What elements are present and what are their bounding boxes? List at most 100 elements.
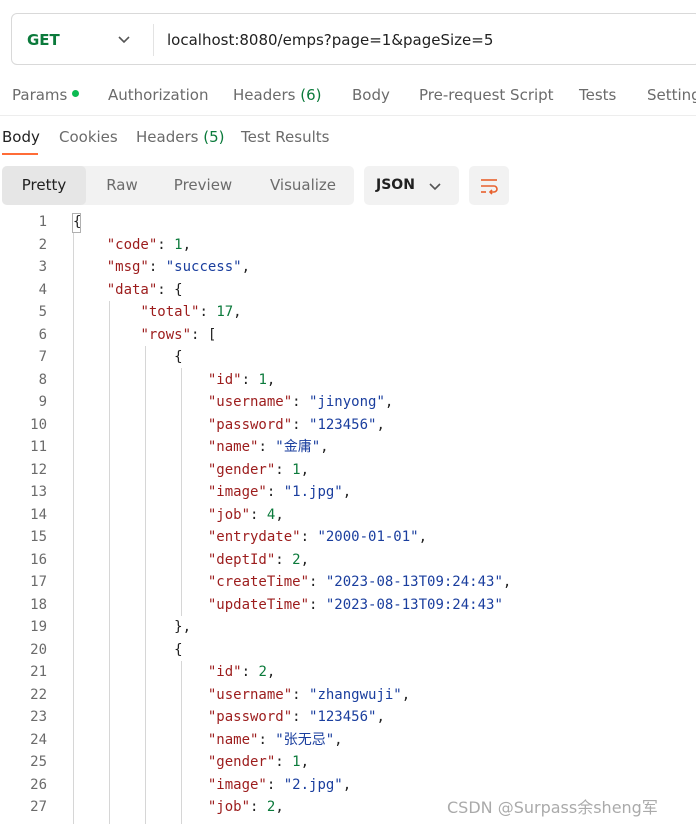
line-number: 23 <box>30 709 47 725</box>
code-text: "image": "2.jpg", <box>207 776 352 793</box>
format-visualize-button[interactable]: Visualize <box>258 166 348 205</box>
line-number: 1 <box>38 214 47 230</box>
code-text: "image": "1.jpg", <box>207 484 352 500</box>
format-raw-button[interactable]: Raw <box>86 166 158 205</box>
format-preview-button[interactable]: Preview <box>162 166 244 205</box>
wrap-lines-icon <box>481 179 498 195</box>
code-line: 9 "username": "jinyong", <box>0 391 696 414</box>
format-toggle: Pretty Raw Preview Visualize <box>2 166 354 205</box>
code-text: }, <box>73 619 192 635</box>
format-pretty-button[interactable]: Pretty <box>2 166 86 205</box>
code-line: 7 { <box>0 346 696 369</box>
code-text: "entrydate": "2000-01-01", <box>207 529 428 545</box>
wrap-lines-button[interactable] <box>469 166 509 205</box>
line-number: 21 <box>30 664 47 680</box>
code-text: "deptId": 2, <box>207 551 310 568</box>
divider <box>0 115 696 116</box>
code-line: 1{ <box>0 211 696 234</box>
tab-body[interactable]: Body <box>352 86 390 104</box>
code-text: { <box>73 349 183 365</box>
code-line: 12 "gender": 1, <box>0 459 696 482</box>
code-line: 17 "createTime": "2023-08-13T09:24:43", <box>0 571 696 594</box>
code-line: 19 }, <box>0 616 696 639</box>
line-number: 15 <box>30 529 47 545</box>
tab-authorization[interactable]: Authorization <box>108 86 208 104</box>
line-number: 24 <box>30 731 47 748</box>
code-line: 13 "image": "1.jpg", <box>0 481 696 504</box>
line-number: 20 <box>30 641 47 658</box>
code-line: 22 "username": "zhangwuji", <box>0 684 696 707</box>
line-number: 4 <box>38 281 47 298</box>
code-line: 10 "password": "123456", <box>0 414 696 437</box>
tab-pre-request-script[interactable]: Pre-request Script <box>419 86 554 104</box>
code-line: 6 "rows": [ <box>0 324 696 347</box>
line-number: 17 <box>30 574 47 590</box>
code-line: 5 "total": 17, <box>0 301 696 324</box>
line-number: 7 <box>38 349 47 365</box>
code-line: 20 { <box>0 639 696 662</box>
watermark: CSDN @Surpass余sheng军 <box>447 798 658 817</box>
code-text: "id": 1, <box>207 371 276 388</box>
divider <box>153 24 154 56</box>
tab-params[interactable]: Params <box>12 86 80 104</box>
tab-headers[interactable]: Headers (6) <box>233 86 321 104</box>
code-line: 25 "gender": 1, <box>0 751 696 774</box>
line-number: 26 <box>30 776 47 793</box>
line-number: 5 <box>38 304 47 320</box>
tab-response-headers[interactable]: Headers (5) <box>136 128 224 146</box>
code-text: { <box>73 641 183 658</box>
code-line: 26 "image": "2.jpg", <box>0 774 696 797</box>
line-number: 14 <box>30 506 47 523</box>
code-text: "job": 4, <box>207 506 284 523</box>
tab-tests[interactable]: Tests <box>579 86 616 104</box>
line-number: 25 <box>30 754 47 770</box>
line-number: 19 <box>30 619 47 635</box>
params-active-dot <box>72 90 80 97</box>
code-line: 14 "job": 4, <box>0 504 696 527</box>
code-line: 18 "updateTime": "2023-08-13T09:24:43" <box>0 594 696 617</box>
language-select[interactable]: JSON <box>364 166 459 205</box>
code-line: 11 "name": "金庸", <box>0 436 696 459</box>
code-text: "username": "jinyong", <box>207 394 394 410</box>
chevron-down-icon[interactable] <box>116 31 132 47</box>
code-line: 2 "code": 1, <box>0 234 696 257</box>
tab-test-results[interactable]: Test Results <box>241 128 329 146</box>
code-text: "createTime": "2023-08-13T09:24:43", <box>207 574 512 590</box>
line-number: 27 <box>30 799 47 815</box>
code-text: "name": "金庸", <box>207 439 329 455</box>
chevron-down-icon <box>429 183 441 191</box>
code-text: "gender": 1, <box>207 754 310 770</box>
url-input[interactable]: localhost:8080/emps?page=1&pageSize=5 <box>167 31 493 49</box>
line-number: 6 <box>38 326 47 343</box>
line-number: 13 <box>30 484 47 500</box>
code-text: "password": "123456", <box>207 416 385 433</box>
line-number: 12 <box>30 461 47 478</box>
line-number: 18 <box>30 596 47 613</box>
response-code-viewer[interactable]: 1{2 "code": 1, 3 "msg": "success", 4 "data… <box>0 211 696 824</box>
code-line: 24 "name": "张无忌", <box>0 729 696 752</box>
code-text: "total": 17, <box>140 304 242 320</box>
code-text: "code": 1, <box>106 236 192 253</box>
line-number: 2 <box>38 236 47 253</box>
tab-settings[interactable]: Settings <box>647 86 696 104</box>
code-line: 23 "password": "123456", <box>0 706 696 729</box>
tab-response-body[interactable]: Body <box>2 128 40 146</box>
line-number: 11 <box>30 439 47 455</box>
line-number: 8 <box>38 371 47 388</box>
tab-cookies[interactable]: Cookies <box>59 128 118 146</box>
line-number: 22 <box>30 686 47 703</box>
line-number: 3 <box>38 259 47 275</box>
code-line: 15 "entrydate": "2000-01-01", <box>0 526 696 549</box>
line-number: 9 <box>38 394 47 410</box>
code-text: "msg": "success", <box>106 259 251 275</box>
code-text: "password": "123456", <box>207 709 385 725</box>
code-text: "name": "张无忌", <box>207 731 343 748</box>
code-line: 16 "deptId": 2, <box>0 549 696 572</box>
language-label: JSON <box>376 177 415 193</box>
code-text: "rows": [ <box>140 326 217 343</box>
method-select[interactable]: GET <box>27 31 60 49</box>
code-text: "job": 2, <box>207 799 284 815</box>
code-line: 4 "data": { <box>0 279 696 302</box>
code-line: 3 "msg": "success", <box>0 256 696 279</box>
url-bar: GET localhost:8080/emps?page=1&pageSize=… <box>11 13 696 65</box>
